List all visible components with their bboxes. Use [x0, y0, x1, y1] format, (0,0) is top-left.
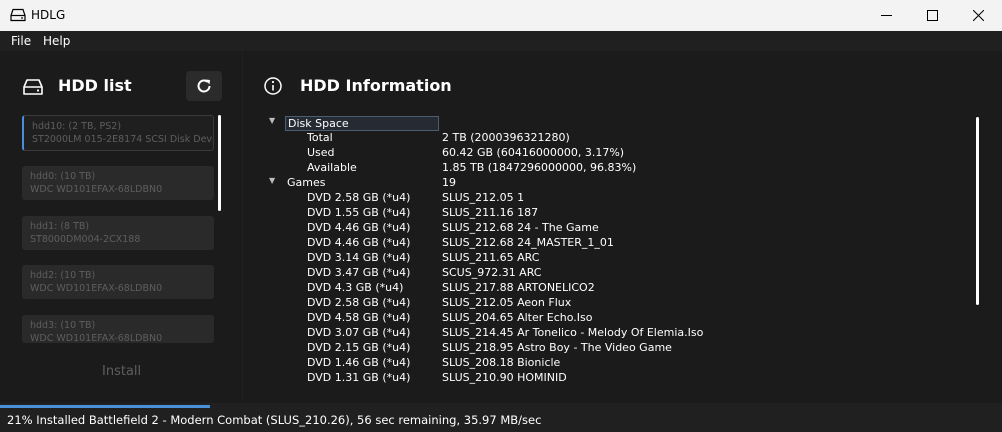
hdd-list-item[interactable]: hdd1: (8 TB) ST8000DM004-2CX188: [22, 216, 214, 250]
game-name: SLUS_212.05 Aeon Flux: [442, 296, 572, 309]
game-name: SLUS_210.90 HOMINID: [442, 371, 567, 384]
game-row[interactable]: DVD 1.46 GB (*u4) SLUS_208.18 Bionicle: [263, 356, 983, 371]
hdd-list-item[interactable]: hdd2: (10 TB) WDC WD101EFAX-68LDBN0: [22, 265, 214, 299]
hdd-info-scrollbar[interactable]: [976, 117, 979, 305]
tree-key: Available: [307, 161, 357, 174]
status-bar: 21% Installed Battlefield 2 - Modern Com…: [0, 408, 1002, 432]
minimize-icon: [881, 15, 892, 16]
close-icon: [973, 10, 984, 21]
hdd-list-panel: HDD list hdd10: (2 TB, PS2) ST2000LM 015…: [0, 51, 242, 403]
game-size: DVD 2.58 GB (*u4): [307, 191, 411, 204]
menu-bar: File Help: [0, 31, 1002, 51]
game-name: SLUS_212.68 24_MASTER_1_01: [442, 236, 614, 249]
close-button[interactable]: [956, 0, 1002, 31]
tree-value: 60.42 GB (60416000000, 3.17%): [442, 146, 625, 159]
hdd-list-title: HDD list: [58, 76, 132, 95]
hdd-list-item[interactable]: hdd3: (10 TB) WDC WD101EFAX-68LDBN0: [22, 315, 214, 343]
game-row[interactable]: DVD 4.46 GB (*u4) SLUS_212.68 24_MASTER_…: [263, 236, 983, 251]
hdd-info-panel: HDD Information ▼ Disk Space Total 2 TB …: [243, 51, 1002, 403]
game-size: DVD 3.47 GB (*u4): [307, 266, 411, 279]
maximize-button[interactable]: [910, 0, 956, 31]
game-row[interactable]: DVD 4.46 GB (*u4) SLUS_212.68 24 - The G…: [263, 221, 983, 236]
game-row[interactable]: DVD 2.15 GB (*u4) SLUS_218.95 Astro Boy …: [263, 341, 983, 356]
tree-row[interactable]: Total 2 TB (2000396321280): [263, 131, 983, 146]
tree-key: Total: [307, 131, 333, 144]
game-row[interactable]: DVD 4.3 GB (*u4) SLUS_217.88 ARTONELICO2: [263, 281, 983, 296]
game-row[interactable]: DVD 2.58 GB (*u4) SLUS_212.05 1: [263, 191, 983, 206]
tree-row[interactable]: Available 1.85 TB (1847296000000, 96.83%…: [263, 161, 983, 176]
hard-drive-icon: [23, 79, 43, 95]
hdd-item-title: hdd1: (8 TB): [30, 221, 90, 232]
info-icon: [264, 77, 282, 95]
hdd-item-title: hdd10: (2 TB, PS2): [32, 121, 122, 132]
hdd-list-item[interactable]: hdd10: (2 TB, PS2) ST2000LM 015-2E8174 S…: [22, 115, 214, 151]
game-size: DVD 4.46 GB (*u4): [307, 221, 411, 234]
game-size: DVD 3.14 GB (*u4): [307, 251, 411, 264]
expand-arrow-icon[interactable]: ▼: [269, 176, 275, 185]
game-row[interactable]: DVD 1.55 GB (*u4) SLUS_211.16 187: [263, 206, 983, 221]
game-size: DVD 4.3 GB (*u4): [307, 281, 404, 294]
window-title: HDLG: [31, 8, 66, 22]
game-row[interactable]: DVD 4.58 GB (*u4) SLUS_204.65 Alter Echo…: [263, 311, 983, 326]
hdd-item-model: WDC WD101EFAX-68LDBN0: [30, 333, 163, 343]
game-name: SLUS_204.65 Alter Echo.Iso: [442, 311, 593, 324]
menu-file[interactable]: File: [11, 34, 31, 48]
status-text: 21% Installed Battlefield 2 - Modern Com…: [7, 413, 542, 427]
game-name: SLUS_218.95 Astro Boy - The Video Game: [442, 341, 672, 354]
minimize-button[interactable]: [864, 0, 910, 31]
games-label: Games: [287, 176, 326, 189]
game-name: SLUS_212.68 24 - The Game: [442, 221, 599, 234]
game-size: DVD 4.46 GB (*u4): [307, 236, 411, 249]
game-name: SLUS_211.65 ARC: [442, 251, 540, 264]
game-size: DVD 1.55 GB (*u4): [307, 206, 411, 219]
game-row[interactable]: DVD 3.47 GB (*u4) SCUS_972.31 ARC: [263, 266, 983, 281]
game-row[interactable]: DVD 2.58 GB (*u4) SLUS_212.05 Aeon Flux: [263, 296, 983, 311]
install-button[interactable]: Install: [102, 364, 141, 379]
game-row[interactable]: DVD 1.31 GB (*u4) SLUS_210.90 HOMINID: [263, 371, 983, 386]
disk-space-label: Disk Space: [285, 116, 439, 131]
game-row[interactable]: DVD 3.14 GB (*u4) SLUS_211.65 ARC: [263, 251, 983, 266]
game-name: SLUS_211.16 187: [442, 206, 539, 219]
tree-row[interactable]: Used 60.42 GB (60416000000, 3.17%): [263, 146, 983, 161]
tree-row-games[interactable]: ▼ Games 19: [263, 176, 983, 191]
hdd-item-title: hdd0: (10 TB): [30, 171, 96, 182]
hard-drive-icon: [10, 8, 26, 22]
refresh-icon: [197, 79, 211, 93]
game-size: DVD 1.46 GB (*u4): [307, 356, 411, 369]
hdd-list-item[interactable]: hdd0: (10 TB) WDC WD101EFAX-68LDBN0: [22, 166, 214, 200]
game-row[interactable]: DVD 3.07 GB (*u4) SLUS_214.45 Ar Tonelic…: [263, 326, 983, 341]
expand-arrow-icon[interactable]: ▼: [269, 116, 275, 125]
tree-key: Used: [307, 146, 335, 159]
game-size: DVD 3.07 GB (*u4): [307, 326, 411, 339]
game-size: DVD 2.58 GB (*u4): [307, 296, 411, 309]
game-name: SLUS_212.05 1: [442, 191, 525, 204]
game-name: SLUS_214.45 Ar Tonelico - Melody Of Elem…: [442, 326, 704, 339]
hdd-item-model: ST8000DM004-2CX188: [30, 234, 141, 245]
game-size: DVD 1.31 GB (*u4): [307, 371, 411, 384]
tree-row-disk-space[interactable]: ▼ Disk Space: [263, 116, 983, 131]
menu-help[interactable]: Help: [43, 34, 70, 48]
tree-value: 2 TB (2000396321280): [442, 131, 570, 144]
hdd-item-model: ST2000LM 015-2E8174 SCSI Disk Devi: [32, 134, 214, 145]
game-name: SCUS_972.31 ARC: [442, 266, 542, 279]
game-size: DVD 4.58 GB (*u4): [307, 311, 411, 324]
game-name: SLUS_217.88 ARTONELICO2: [442, 281, 595, 294]
hdd-list-scrollbar[interactable]: [218, 115, 221, 211]
hdd-item-title: hdd3: (10 TB): [30, 320, 96, 331]
hdd-item-title: hdd2: (10 TB): [30, 270, 96, 281]
game-name: SLUS_208.18 Bionicle: [442, 356, 561, 369]
hdd-item-model: WDC WD101EFAX-68LDBN0: [30, 283, 163, 294]
refresh-button[interactable]: [186, 71, 222, 101]
hdd-item-model: WDC WD101EFAX-68LDBN0: [30, 184, 163, 195]
game-size: DVD 2.15 GB (*u4): [307, 341, 411, 354]
title-bar: HDLG: [0, 0, 1002, 31]
tree-value: 1.85 TB (1847296000000, 96.83%): [442, 161, 637, 174]
hdd-info-title: HDD Information: [300, 76, 452, 95]
maximize-icon: [927, 10, 938, 21]
games-count: 19: [442, 176, 456, 189]
